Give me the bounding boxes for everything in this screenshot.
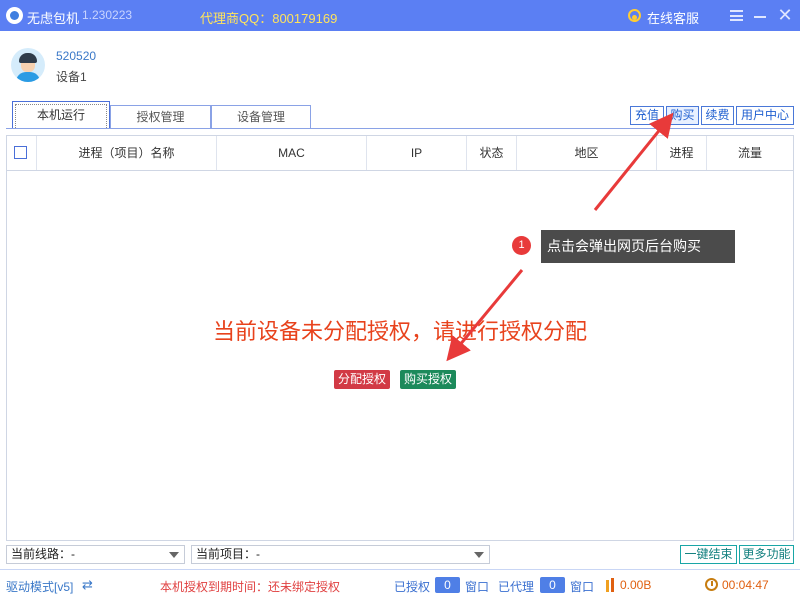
window-label: 窗口 xyxy=(570,580,595,594)
chevron-down-icon xyxy=(169,552,179,558)
project-select-value: 当前项目：- xyxy=(196,547,260,561)
authorized-label: 已授权 xyxy=(394,580,431,594)
recharge-button[interactable]: 充值 xyxy=(630,106,664,125)
online-support-button[interactable]: 在线客服 xyxy=(647,8,699,27)
close-icon[interactable]: ✕ xyxy=(776,6,794,24)
status-bar: 驱动模式[v5] ⇄ 本机授权到期时间：还未绑定授权 已授权 0 窗口 已代理 … xyxy=(0,569,800,600)
empty-state-message: 当前设备未分配授权，请进行授权分配 xyxy=(212,319,587,344)
column-header[interactable]: 进程（项目）名称 xyxy=(37,136,217,170)
annotation-number: 1 xyxy=(512,236,531,255)
project-select[interactable]: 当前项目：- xyxy=(191,545,490,564)
tab-devices[interactable]: 设备管理 xyxy=(211,105,311,129)
device-name: 设备1 xyxy=(56,70,87,84)
app-version: 1.230223 xyxy=(82,8,133,22)
column-header[interactable]: 流量 xyxy=(707,136,793,170)
table-header: 进程（项目）名称 MAC IP 状态 地区 进程 流量 xyxy=(7,136,793,171)
authorized-count: 0 xyxy=(435,577,460,593)
elapsed-time: 00:04:47 xyxy=(722,578,769,592)
user-center-button[interactable]: 用户中心 xyxy=(736,106,794,125)
traffic-icon xyxy=(605,578,617,592)
traffic-value: 0.00B xyxy=(620,578,652,592)
annotation-callout: 点击会弹出网页后台购买 xyxy=(541,230,735,263)
avatar xyxy=(11,48,45,82)
column-header[interactable]: 地区 xyxy=(517,136,657,170)
minimize-icon[interactable] xyxy=(754,16,766,18)
clock-icon xyxy=(705,578,718,591)
purchase-button[interactable]: 购买 xyxy=(666,106,699,125)
route-select-value: 当前线路：- xyxy=(11,547,75,561)
tab-authorization[interactable]: 授权管理 xyxy=(110,105,211,129)
column-header[interactable]: MAC xyxy=(217,136,367,170)
window-label: 窗口 xyxy=(465,580,490,594)
app-logo-icon xyxy=(6,7,23,24)
license-expiry: 本机授权到期时间：还未绑定授权 xyxy=(160,580,341,594)
chevron-down-icon xyxy=(474,552,484,558)
tab-label: 设备管理 xyxy=(236,110,285,124)
renew-button[interactable]: 续费 xyxy=(701,106,734,125)
buy-license-button[interactable]: 购买授权 xyxy=(400,370,456,389)
proxied-label: 已代理 xyxy=(498,580,535,594)
tab-label: 授权管理 xyxy=(136,110,185,124)
driver-mode[interactable]: 驱动模式[v5] xyxy=(6,578,73,595)
refresh-icon[interactable]: ⇄ xyxy=(82,578,97,591)
agent-qq: 代理商QQ：800179169 xyxy=(200,11,338,26)
more-features-button[interactable]: 更多功能 xyxy=(739,545,794,564)
end-all-button[interactable]: 一键结束 xyxy=(680,545,737,564)
app-name: 无虑包机 xyxy=(27,11,80,26)
tab-local-run[interactable]: 本机运行 xyxy=(12,101,110,129)
column-header[interactable]: IP xyxy=(367,136,467,170)
select-all-checkbox[interactable] xyxy=(14,146,27,159)
user-id[interactable]: 520520 xyxy=(56,49,96,63)
column-header[interactable]: 进程 xyxy=(657,136,707,170)
column-header[interactable]: 状态 xyxy=(467,136,517,170)
headset-icon[interactable] xyxy=(628,9,641,22)
menu-icon[interactable] xyxy=(730,10,743,21)
tab-divider xyxy=(6,128,794,129)
route-select[interactable]: 当前线路：- xyxy=(6,545,185,564)
select-all-cell xyxy=(7,136,37,170)
proxied-count: 0 xyxy=(540,577,565,593)
assign-license-button[interactable]: 分配授权 xyxy=(334,370,390,389)
title-bar: 无虑包机 1.230223 代理商QQ：800179169 在线客服 ✕ xyxy=(0,0,800,31)
